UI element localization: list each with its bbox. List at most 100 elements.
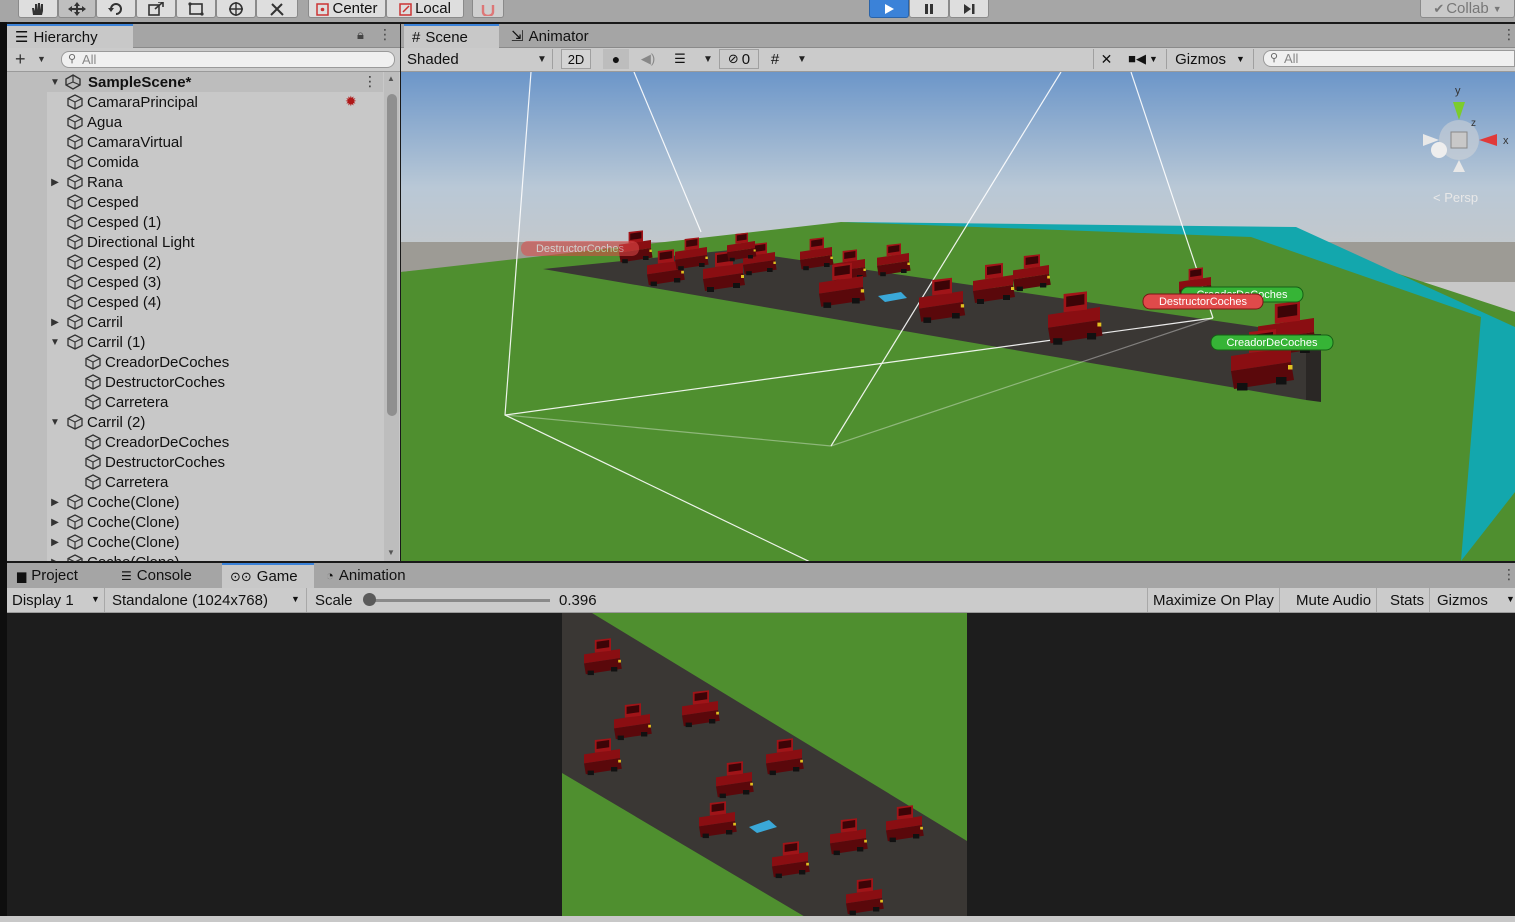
audio-toggle-button[interactable]: ◀)	[635, 49, 661, 69]
collapse-arrow-icon[interactable]: ▶	[49, 537, 61, 548]
2d-toggle-button[interactable]: 2D	[561, 49, 591, 69]
hierarchy-item[interactable]: Agua	[7, 112, 383, 132]
hierarchy-item[interactable]: Directional Light	[7, 232, 383, 252]
create-plus-button[interactable]: +	[15, 49, 26, 70]
move-tool-button[interactable]	[58, 0, 96, 18]
scene-search-input[interactable]: ⚲ All	[1263, 50, 1515, 67]
hierarchy-item[interactable]: Cesped	[7, 192, 383, 212]
tab-animation[interactable]: ◔ Animation	[318, 563, 414, 588]
kebab-menu-icon[interactable]: ⋮	[1502, 26, 1515, 43]
kebab-menu-icon[interactable]: ⋮	[378, 26, 392, 43]
hierarchy-item[interactable]: ▶ Coche(Clone)	[7, 552, 383, 561]
maximize-on-play-label: Maximize On Play	[1153, 591, 1274, 609]
kebab-menu-icon[interactable]: ⋮	[1502, 566, 1515, 583]
pivot-rotation-button[interactable]: Local	[386, 0, 464, 18]
scene-tools-button[interactable]: ✕	[1093, 49, 1119, 69]
transform-tool-button[interactable]	[216, 0, 256, 18]
hierarchy-item[interactable]: DestructorCoches	[7, 452, 383, 472]
hierarchy-item[interactable]: Carretera	[7, 392, 383, 412]
step-button[interactable]	[949, 0, 989, 18]
hierarchy-item[interactable]: ▶ Coche(Clone)	[7, 492, 383, 512]
tab-console[interactable]: ☰ Console	[113, 563, 200, 588]
custom-tool-button[interactable]	[256, 0, 298, 18]
play-button[interactable]	[869, 0, 909, 18]
rotate-tool-button[interactable]	[96, 0, 136, 18]
hierarchy-item[interactable]: ▶ Rana	[7, 172, 383, 192]
shading-mode-dropdown[interactable]: Shaded ▼	[401, 49, 553, 69]
maximize-on-play-toggle[interactable]: Maximize On Play	[1147, 588, 1280, 612]
collapse-arrow-icon[interactable]: ▶	[49, 177, 61, 188]
perspective-label[interactable]: < Persp	[1433, 190, 1478, 205]
hierarchy-item[interactable]: Cesped (1)	[7, 212, 383, 232]
pivot-mode-button[interactable]: Center	[308, 0, 386, 18]
chevron-down-icon[interactable]: ▼	[797, 54, 807, 65]
kebab-menu-icon[interactable]: ⋮	[363, 73, 377, 90]
chevron-down-icon: ▼	[291, 594, 300, 604]
hidden-objects-toggle[interactable]: ⊘ 0	[719, 49, 759, 69]
svg-text:z: z	[1471, 118, 1476, 129]
destructor-near-label: DestructorCoches	[1142, 293, 1264, 310]
scene-root-row[interactable]: ▼ SampleScene* ⋮	[7, 72, 383, 92]
hierarchy-item[interactable]: CamaraPrincipal ✹	[7, 92, 383, 112]
effects-layers-icon: ☰	[674, 51, 686, 66]
hierarchy-item[interactable]: Cesped (2)	[7, 252, 383, 272]
tab-hierarchy[interactable]: ☰ Hierarchy	[7, 24, 133, 48]
hierarchy-item[interactable]: ▶ Carril	[7, 312, 383, 332]
collapse-arrow-icon[interactable]: ▶	[49, 317, 61, 328]
hierarchy-item[interactable]: ▼ Carril (2)	[7, 412, 383, 432]
hierarchy-item[interactable]: Cesped (4)	[7, 292, 383, 312]
tab-project[interactable]: ▆ Project	[9, 563, 86, 588]
scroll-up-icon[interactable]: ▲	[387, 74, 395, 83]
scroll-down-icon[interactable]: ▼	[387, 548, 395, 557]
collab-dropdown[interactable]: ✔ Collab ▼	[1420, 0, 1515, 18]
chevron-down-icon[interactable]: ▼	[703, 54, 713, 65]
gameobject-cube-icon	[67, 274, 83, 290]
hierarchy-item[interactable]: Carretera	[7, 472, 383, 492]
collapse-arrow-icon[interactable]: ▶	[49, 517, 61, 528]
hierarchy-item[interactable]: ▼ Carril (1)	[7, 332, 383, 352]
expand-arrow-icon[interactable]: ▼	[49, 337, 61, 348]
pause-button[interactable]	[909, 0, 949, 18]
tab-animator[interactable]: ⇲ Animator	[503, 24, 603, 48]
snap-increment-button[interactable]	[472, 0, 504, 18]
game-view[interactable]	[562, 613, 967, 918]
expand-arrow-icon[interactable]: ▼	[49, 417, 61, 428]
camera-settings-dropdown[interactable]: ■◀ ▼	[1123, 49, 1163, 69]
hierarchy-search-input[interactable]: ⚲ All	[61, 51, 395, 68]
grid-toggle-button[interactable]: #	[763, 49, 787, 69]
hierarchy-scroll-thumb[interactable]	[387, 94, 397, 416]
hierarchy-item[interactable]: CreadorDeCoches	[7, 352, 383, 372]
hierarchy-item-label: CamaraPrincipal	[87, 93, 198, 111]
hierarchy-item[interactable]: CreadorDeCoches	[7, 432, 383, 452]
lighting-toggle-button[interactable]: ●	[603, 49, 629, 69]
collapse-arrow-icon[interactable]: ▶	[49, 557, 61, 562]
tab-game[interactable]: ⊙⊙ Game	[222, 563, 314, 588]
hierarchy-item[interactable]: Comida	[7, 152, 383, 172]
collapse-arrow-icon[interactable]: ▶	[49, 497, 61, 508]
hierarchy-item[interactable]: CamaraVirtual	[7, 132, 383, 152]
scale-slider-thumb[interactable]	[363, 593, 376, 606]
mute-audio-toggle[interactable]: Mute Audio	[1291, 588, 1378, 612]
scene-search-placeholder: All	[1284, 51, 1299, 66]
expand-arrow-icon[interactable]: ▼	[49, 77, 61, 88]
display-dropdown[interactable]: Display 1 ▼	[7, 588, 105, 612]
game-gizmos-toggle[interactable]: Gizmos	[1432, 588, 1493, 612]
hierarchy-item[interactable]: ▶ Coche(Clone)	[7, 532, 383, 552]
hierarchy-search-placeholder: All	[82, 52, 97, 67]
effects-toggle-button[interactable]: ☰	[667, 49, 693, 69]
hierarchy-item[interactable]: ▶ Coche(Clone)	[7, 512, 383, 532]
rect-tool-button[interactable]	[176, 0, 216, 18]
hierarchy-item[interactable]: DestructorCoches	[7, 372, 383, 392]
scene-viewport[interactable]: DestructorCoches CreadorDeCoches Destruc…	[401, 72, 1515, 561]
chevron-down-icon[interactable]: ▼	[1506, 594, 1515, 604]
hand-tool-button[interactable]	[18, 0, 58, 18]
stats-toggle[interactable]: Stats	[1385, 588, 1431, 612]
resolution-dropdown[interactable]: Standalone (1024x768) ▼	[107, 588, 307, 612]
lock-icon[interactable]: 🔒︎	[357, 27, 364, 43]
scene-gizmos-dropdown[interactable]: Gizmos ▼	[1166, 49, 1254, 69]
scale-slider-track[interactable]	[367, 599, 550, 602]
tab-scene[interactable]: # Scene	[404, 24, 499, 48]
chevron-down-icon[interactable]: ▼	[37, 54, 46, 64]
scale-tool-button[interactable]	[136, 0, 176, 18]
hierarchy-item[interactable]: Cesped (3)	[7, 272, 383, 292]
